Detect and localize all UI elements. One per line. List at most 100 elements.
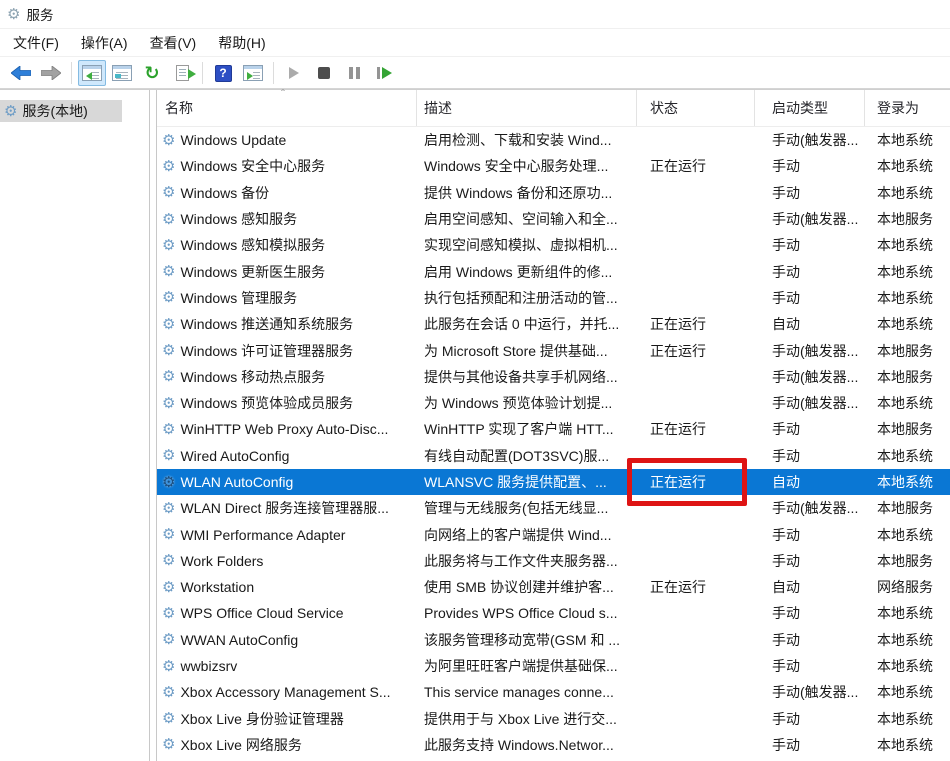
column-header-status[interactable]: 状态 xyxy=(637,90,755,126)
service-logon-as: 本地服务 xyxy=(865,206,950,232)
service-gear-icon: ⚙ xyxy=(162,737,175,752)
stop-icon xyxy=(318,67,330,79)
service-row[interactable]: ⚙ WPS Office Cloud Service Provides WPS … xyxy=(157,600,950,626)
service-startup-type: 手动 xyxy=(755,600,865,626)
service-row[interactable]: ⚙ Wired AutoConfig 有线自动配置(DOT3SVC)服... 手… xyxy=(157,443,950,469)
service-row[interactable]: ⚙ Xbox Accessory Management S... This se… xyxy=(157,679,950,705)
service-logon-as: 本地服务 xyxy=(865,416,950,442)
service-row[interactable]: ⚙ Work Folders 此服务将与工作文件夹服务器... 手动 本地服务 xyxy=(157,548,950,574)
service-gear-icon: ⚙ xyxy=(162,632,175,647)
show-action-pane-button[interactable] xyxy=(239,60,267,86)
service-startup-type: 手动(触发器... xyxy=(755,495,865,521)
service-row[interactable]: ⚙ WMI Performance Adapter 向网络上的客户端提供 Win… xyxy=(157,521,950,547)
services-gear-icon: ⚙ xyxy=(4,104,17,119)
service-row[interactable]: ⚙ Windows 移动热点服务 提供与其他设备共享手机网络... 手动(触发器… xyxy=(157,364,950,390)
service-row[interactable]: ⚙ Xbox Live 网络服务 此服务支持 Windows.Networ...… xyxy=(157,732,950,758)
service-description: 执行包括预配和注册活动的管... xyxy=(417,285,637,311)
service-row[interactable]: ⚙ wwbizsrv 为阿里旺旺客户端提供基础保... 手动 本地系统 xyxy=(157,653,950,679)
service-row[interactable]: ⚙ Workstation 使用 SMB 协议创建并维护客... 正在运行 自动… xyxy=(157,574,950,600)
forward-arrow-icon xyxy=(41,66,61,80)
service-row[interactable]: ⚙ Windows 备份 提供 Windows 备份和还原功... 手动 本地系… xyxy=(157,180,950,206)
service-gear-icon: ⚙ xyxy=(162,185,175,200)
column-header-startup-type[interactable]: 启动类型 xyxy=(755,90,865,126)
service-startup-type: 手动(触发器... xyxy=(755,390,865,416)
service-row[interactable]: ⚙ Windows 许可证管理器服务 为 Microsoft Store 提供基… xyxy=(157,337,950,363)
service-row[interactable]: ⚙ Windows 感知服务 启用空间感知、空间输入和全... 手动(触发器..… xyxy=(157,206,950,232)
service-description: 为 Microsoft Store 提供基础... xyxy=(417,337,637,363)
main-area: ⚙ 服务(本地) 名称 ˆ 描述 状态 启动类型 登录为 ⚙ Windows U… xyxy=(0,89,950,761)
service-gear-icon: ⚙ xyxy=(162,527,175,542)
service-logon-as: 本地系统 xyxy=(865,153,950,179)
service-row[interactable]: ⚙ Windows Update 启用检测、下载和安装 Wind... 手动(触… xyxy=(157,127,950,153)
service-logon-as: 本地系统 xyxy=(865,311,950,337)
service-startup-type: 手动(触发器... xyxy=(755,127,865,153)
service-status xyxy=(637,443,755,469)
service-status xyxy=(637,679,755,705)
service-logon-as: 本地系统 xyxy=(865,732,950,758)
service-status xyxy=(637,600,755,626)
properties-button[interactable] xyxy=(108,60,136,86)
service-row[interactable]: ⚙ WinHTTP Web Proxy Auto-Disc... WinHTTP… xyxy=(157,416,950,442)
service-startup-type: 手动 xyxy=(755,258,865,284)
service-logon-as: 本地系统 xyxy=(865,706,950,732)
service-row[interactable]: ⚙ Windows 推送通知系统服务 此服务在会话 0 中运行，并托... 正在… xyxy=(157,311,950,337)
show-console-tree-button[interactable] xyxy=(78,60,106,86)
stop-service-button[interactable] xyxy=(310,60,338,86)
service-status xyxy=(637,258,755,284)
toolbar-separator xyxy=(71,62,72,84)
service-logon-as: 本地系统 xyxy=(865,443,950,469)
service-row[interactable]: ⚙ Windows 管理服务 执行包括预配和注册活动的管... 手动 本地系统 xyxy=(157,285,950,311)
column-header-logon-as[interactable]: 登录为 xyxy=(865,90,950,126)
service-logon-as: 本地系统 xyxy=(865,127,950,153)
menu-file[interactable]: 文件(F) xyxy=(2,29,70,56)
service-name: Windows 预览体验成员服务 xyxy=(180,393,353,413)
export-list-button[interactable] xyxy=(168,60,196,86)
service-gear-icon: ⚙ xyxy=(162,343,175,358)
export-list-icon xyxy=(176,65,189,81)
service-gear-icon: ⚙ xyxy=(162,264,175,279)
column-header-description[interactable]: 描述 xyxy=(417,90,637,126)
toolbar-separator xyxy=(273,62,274,84)
service-name: WinHTTP Web Proxy Auto-Disc... xyxy=(180,421,388,437)
restart-service-button[interactable] xyxy=(370,60,398,86)
service-startup-type: 手动 xyxy=(755,732,865,758)
service-row[interactable]: ⚙ WWAN AutoConfig 该服务管理移动宽带(GSM 和 ... 手动… xyxy=(157,627,950,653)
back-button[interactable] xyxy=(7,60,35,86)
service-logon-as: 本地服务 xyxy=(865,337,950,363)
service-row[interactable]: ⚙ Windows 预览体验成员服务 为 Windows 预览体验计划提... … xyxy=(157,390,950,416)
service-logon-as: 网络服务 xyxy=(865,574,950,600)
menu-help[interactable]: 帮助(H) xyxy=(207,29,276,56)
service-status: 正在运行 xyxy=(637,469,755,495)
help-button[interactable]: ? xyxy=(209,60,237,86)
service-gear-icon: ⚙ xyxy=(162,685,175,700)
service-description: 实现空间感知模拟、虚拟相机... xyxy=(417,232,637,258)
menu-view[interactable]: 查看(V) xyxy=(139,29,208,56)
service-row[interactable]: ⚙ Windows 安全中心服务 Windows 安全中心服务处理... 正在运… xyxy=(157,153,950,179)
refresh-button[interactable]: ↻ xyxy=(138,60,166,86)
console-tree-pane: ⚙ 服务(本地) xyxy=(0,90,150,761)
start-service-button[interactable] xyxy=(280,60,308,86)
service-row[interactable]: ⚙ Xbox Live 身份验证管理器 提供用于与 Xbox Live 进行交.… xyxy=(157,706,950,732)
service-gear-icon: ⚙ xyxy=(162,290,175,305)
service-row[interactable]: ⚙ WLAN Direct 服务连接管理器服... 管理与无线服务(包括无线显.… xyxy=(157,495,950,521)
service-description: 提供与其他设备共享手机网络... xyxy=(417,364,637,390)
service-startup-type: 手动 xyxy=(755,443,865,469)
service-row[interactable]: ⚙ WLAN AutoConfig WLANSVC 服务提供配置、... 正在运… xyxy=(157,469,950,495)
properties-icon xyxy=(112,65,132,81)
service-description: This service manages conne... xyxy=(417,679,637,705)
service-row[interactable]: ⚙ Windows 更新医生服务 启用 Windows 更新组件的修... 手动… xyxy=(157,258,950,284)
service-description: 提供 Windows 备份和还原功... xyxy=(417,180,637,206)
menu-action[interactable]: 操作(A) xyxy=(70,29,139,56)
action-pane-icon xyxy=(243,65,263,81)
service-row[interactable]: ⚙ Windows 感知模拟服务 实现空间感知模拟、虚拟相机... 手动 本地系… xyxy=(157,232,950,258)
service-status xyxy=(637,232,755,258)
service-logon-as: 本地系统 xyxy=(865,180,950,206)
service-name: wwbizsrv xyxy=(180,658,237,674)
service-startup-type: 手动(触发器... xyxy=(755,364,865,390)
column-header-name[interactable]: 名称 ˆ xyxy=(157,90,417,126)
forward-button[interactable] xyxy=(37,60,65,86)
service-logon-as: 本地服务 xyxy=(865,364,950,390)
pause-service-button[interactable] xyxy=(340,60,368,86)
service-startup-type: 手动 xyxy=(755,285,865,311)
sidebar-item-services-local[interactable]: ⚙ 服务(本地) xyxy=(0,100,122,122)
